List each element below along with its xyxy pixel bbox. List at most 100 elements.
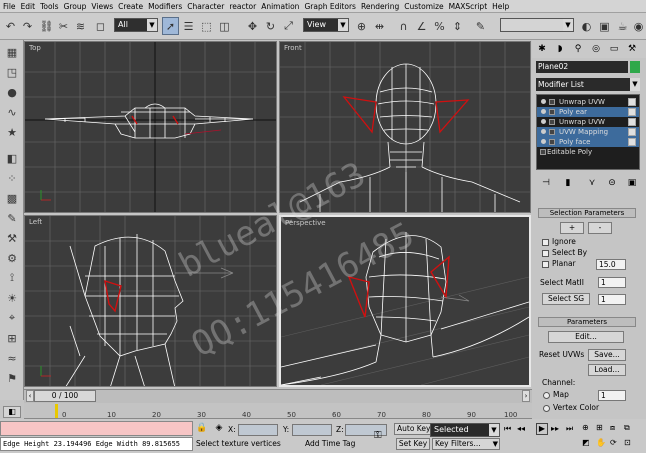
window-crossing-icon[interactable]: ◫	[216, 17, 233, 35]
gear-icon[interactable]: ⚙	[4, 250, 20, 266]
key-icon[interactable]: ⚿	[374, 430, 392, 442]
layers-icon[interactable]: ◳	[4, 64, 20, 80]
map-radio[interactable]	[543, 392, 550, 399]
make-unique-icon[interactable]: ⋎	[584, 176, 600, 190]
expand-icon[interactable]	[549, 129, 555, 135]
stack-item[interactable]: Poly ear	[537, 107, 639, 117]
go-to-start-icon[interactable]: ⏮	[504, 424, 516, 435]
light-bulb-icon[interactable]	[541, 109, 546, 114]
particle-icon[interactable]: ⁘	[4, 170, 20, 186]
selection-filter-dropdown[interactable]: All ▼	[114, 18, 158, 32]
mini-curve-editor-icon[interactable]: ◧	[3, 406, 21, 418]
viewport-left[interactable]: Left	[24, 215, 277, 387]
set-key-button[interactable]: Set Key	[396, 438, 430, 450]
material-editor-icon[interactable]: ◐	[578, 17, 595, 35]
snap-icon[interactable]: ∩	[395, 17, 412, 35]
viewport-perspective[interactable]: Perspective	[279, 215, 531, 387]
compound-icon[interactable]: ◧	[4, 150, 20, 166]
menu-reactor[interactable]: reactor	[229, 2, 256, 11]
percent-snap-icon[interactable]: %	[431, 17, 448, 35]
next-frame-icon[interactable]: ▸▸	[551, 424, 563, 435]
star-icon[interactable]: ★	[4, 124, 20, 140]
unlink-icon[interactable]: ✂	[55, 17, 72, 35]
stack-checkbox[interactable]	[628, 118, 636, 126]
zoom-extents-all-icon[interactable]: ⧉	[624, 423, 634, 435]
light-icon[interactable]: ☀	[4, 290, 20, 306]
reference-coordinate-dropdown[interactable]: View ▼	[303, 18, 349, 32]
arc-rotate-icon[interactable]: ⟳	[610, 438, 620, 450]
menu-file[interactable]: File	[3, 2, 16, 11]
menu-help[interactable]: Help	[492, 2, 509, 11]
spinner-snap-icon[interactable]: ⇕	[449, 17, 466, 35]
pivot-center-icon[interactable]: ⊕	[353, 17, 370, 35]
stack-checkbox[interactable]	[628, 98, 636, 106]
bone-icon[interactable]: ⟟	[4, 270, 20, 286]
create-tab-icon[interactable]: ✱	[534, 42, 550, 56]
add-time-tag-button[interactable]: Add Time Tag	[305, 437, 363, 451]
mirror-icon[interactable]: ⇹	[371, 17, 388, 35]
menu-tools[interactable]: Tools	[40, 2, 58, 11]
menu-create[interactable]: Create	[118, 2, 143, 11]
bind-spacewarp-icon[interactable]: ≋	[72, 17, 89, 35]
sg-spinner[interactable]: 1	[598, 294, 626, 305]
play-icon[interactable]: ▶	[536, 423, 548, 435]
expand-icon[interactable]	[549, 109, 555, 115]
viewport-label[interactable]: Left	[29, 218, 42, 226]
stack-item[interactable]: Editable Poly	[537, 147, 639, 157]
render-icon[interactable]: ◉	[630, 17, 646, 35]
time-slider-thumb[interactable]: 0 / 100	[34, 390, 96, 402]
viewport-top[interactable]: Top	[24, 41, 277, 213]
expand-icon[interactable]	[549, 139, 555, 145]
patch-icon[interactable]: ▩	[4, 190, 20, 206]
vertex-color-radio[interactable]	[543, 405, 550, 412]
rectangular-selection-icon[interactable]: ⬚	[198, 17, 215, 35]
selection-parameters-rollout[interactable]: Selection Parameters	[538, 208, 636, 218]
expand-icon[interactable]	[549, 119, 555, 125]
select-by-checkbox[interactable]	[542, 250, 549, 257]
menu-modifiers[interactable]: Modifiers	[148, 2, 182, 11]
menu-rendering[interactable]: Rendering	[361, 2, 399, 11]
viewport-front[interactable]: Front	[279, 41, 531, 213]
light-bulb-icon[interactable]	[541, 119, 546, 124]
scale-icon[interactable]: ⤢	[280, 17, 297, 35]
zoom-all-icon[interactable]: ⊞	[596, 423, 606, 435]
reset-uvws-button[interactable]: Reset UVWs	[539, 350, 584, 359]
display-tab-icon[interactable]: ▭	[606, 42, 622, 56]
utilities-tab-icon[interactable]: ⚒	[624, 42, 640, 56]
previous-frame-icon[interactable]: ◂◂	[517, 424, 529, 435]
move-icon[interactable]: ✥	[244, 17, 261, 35]
stack-checkbox[interactable]	[628, 138, 636, 146]
viewport-label[interactable]: Perspective	[285, 219, 326, 227]
object-name-field[interactable]: Plane02	[536, 61, 628, 73]
remove-modifier-icon[interactable]: ⊝	[604, 176, 620, 190]
lock-icon[interactable]: 🔒	[196, 423, 208, 435]
menu-customize[interactable]: Customize	[404, 2, 443, 11]
track-bar[interactable]	[24, 403, 532, 419]
select-object-icon[interactable]: ➚	[162, 17, 179, 35]
hierarchy-tab-icon[interactable]: ⚲	[570, 42, 586, 56]
expand-icon[interactable]	[540, 149, 546, 155]
expand-icon[interactable]	[549, 99, 555, 105]
viewport-label[interactable]: Top	[29, 44, 41, 52]
pan-icon[interactable]: ✋	[596, 438, 606, 450]
select-by-name-icon[interactable]: ☰	[180, 17, 197, 35]
helper-icon[interactable]: ⊞	[4, 330, 20, 346]
stack-checkbox[interactable]	[628, 108, 636, 116]
key-mode-dropdown[interactable]: Selected ▼	[430, 423, 500, 437]
stack-item[interactable]: Unwrap UVW	[537, 117, 639, 127]
time-slider-track[interactable]	[24, 389, 532, 403]
box-icon[interactable]: ▦	[4, 44, 20, 60]
menu-character[interactable]: Character	[187, 2, 224, 11]
sphere-icon[interactable]: ●	[4, 84, 20, 100]
load-button[interactable]: Load...	[588, 364, 626, 376]
rotate-icon[interactable]: ↻	[262, 17, 279, 35]
pin-stack-icon[interactable]: ⊣	[538, 176, 554, 190]
modifier-list-dropdown[interactable]: Modifier List ▼	[536, 78, 640, 91]
redo-icon[interactable]: ↷	[19, 17, 36, 35]
maxscript-listener[interactable]	[0, 421, 193, 436]
grow-selection-button[interactable]: +	[560, 222, 584, 234]
quick-render-icon[interactable]: ☕	[614, 17, 631, 35]
menu-edit[interactable]: Edit	[21, 2, 36, 11]
link-icon[interactable]: ⛓	[38, 17, 55, 35]
auto-key-button[interactable]: Auto Key	[394, 423, 432, 435]
